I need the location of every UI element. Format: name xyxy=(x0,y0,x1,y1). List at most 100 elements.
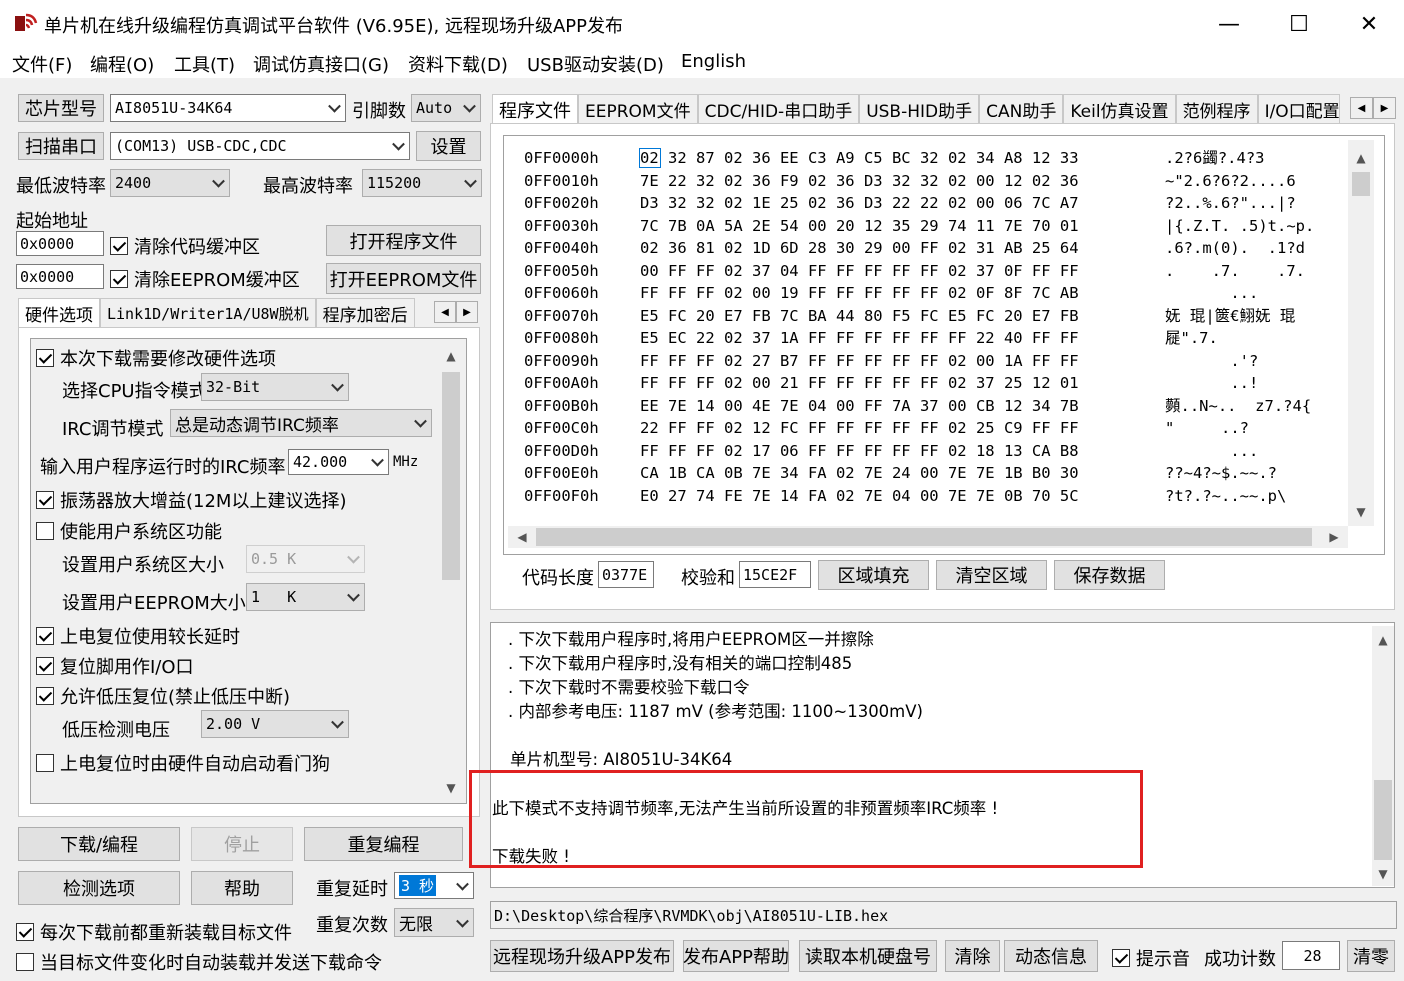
settings-button[interactable]: 设置 xyxy=(416,131,481,161)
pin-count-select[interactable]: Auto xyxy=(411,94,481,122)
chevron-up-icon[interactable]: ▲ xyxy=(441,346,461,366)
detect-options-button[interactable]: 检测选项 xyxy=(18,871,180,905)
hex-bytes[interactable]: FF FF FF 02 00 19 FF FF FF FF FF 02 0F 8… xyxy=(640,282,1079,305)
tab-eeprom-file[interactable]: EEPROM文件 xyxy=(578,94,698,124)
hex-bytes[interactable]: FF FF FF 02 00 21 FF FF FF FF FF 02 37 2… xyxy=(640,372,1079,395)
hex-ascii[interactable]: " ..? xyxy=(1165,417,1249,440)
arrow-left-icon[interactable]: ◀ xyxy=(434,301,456,323)
hex-ascii[interactable]: ?2..%.6?"...|? xyxy=(1165,192,1296,215)
hex-bytes[interactable]: E5 EC 22 02 37 1A FF FF FF FF FF FF 22 4… xyxy=(640,327,1079,350)
chevron-down-icon[interactable]: ▼ xyxy=(1351,502,1371,522)
hex-bytes[interactable]: 7C 7B 0A 5A 2E 54 00 20 12 35 29 74 11 7… xyxy=(640,215,1079,238)
open-program-file-button[interactable]: 打开程序文件 xyxy=(326,225,481,256)
hex-ascii[interactable]: ..! xyxy=(1165,372,1258,395)
minimize-button[interactable]: — xyxy=(1206,8,1252,40)
long-reset-delay-checkbox[interactable]: 上电复位使用较长延时 xyxy=(36,623,240,649)
eeprom-size-select[interactable]: 1 K xyxy=(246,583,365,611)
menu-download[interactable]: 资料下载(D) xyxy=(408,51,508,77)
dynamic-info-button[interactable]: 动态信息 xyxy=(1004,940,1098,972)
stop-button[interactable]: 停止 xyxy=(191,827,293,861)
hex-bytes[interactable]: 02 32 87 02 36 EE C3 A9 C5 BC 32 02 34 A… xyxy=(640,147,1079,170)
irc-mode-select[interactable]: 总是动态调节IRC频率 xyxy=(170,409,432,437)
repeat-delay-select[interactable]: 3 秒 xyxy=(394,872,474,899)
chevron-down-icon[interactable]: ▼ xyxy=(441,778,461,798)
hex-ascii[interactable]: ~"2.6?6?2....6 xyxy=(1165,170,1296,193)
hex-ascii[interactable]: 屣".7. xyxy=(1165,327,1218,350)
min-baud-select[interactable]: 2400 xyxy=(110,169,230,197)
scroll-thumb[interactable] xyxy=(1374,780,1392,860)
clear-area-button[interactable]: 清空区域 xyxy=(936,560,1047,590)
hex-bytes[interactable]: E5 FC 20 E7 FB 7C BA 44 80 F5 FC E5 FC 2… xyxy=(640,305,1079,328)
arrow-right-icon[interactable]: ▶ xyxy=(1373,97,1396,119)
system-area-size-select[interactable]: 0.5 K xyxy=(246,545,365,573)
start-address-eeprom-input[interactable]: 0x0000 xyxy=(16,264,104,289)
menu-debug[interactable]: 调试仿真接口(G) xyxy=(253,51,389,77)
maximize-button[interactable]: ☐ xyxy=(1276,8,1322,40)
reload-target-checkbox[interactable]: 每次下载前都重新装载目标文件 xyxy=(16,919,292,945)
hex-ascii[interactable]: . .7. .7. xyxy=(1165,260,1305,283)
arrow-left-icon[interactable]: ◀ xyxy=(1350,97,1373,119)
hex-ascii[interactable]: .'? xyxy=(1165,350,1258,373)
hex-ascii[interactable]: 顭..N~.. z7.?4{ xyxy=(1165,395,1311,418)
beep-checkbox[interactable]: 提示音 xyxy=(1112,945,1190,971)
chevron-right-icon[interactable]: ▶ xyxy=(1324,527,1344,547)
help-button[interactable]: 帮助 xyxy=(191,871,293,905)
log-scrollbar[interactable]: ▲ ▼ xyxy=(1372,626,1394,886)
tab-can-assistant[interactable]: CAN助手 xyxy=(979,94,1064,124)
watchdog-checkbox[interactable]: 上电复位时由硬件自动启动看门狗 xyxy=(36,750,330,776)
low-voltage-select[interactable]: 2.00 V xyxy=(201,710,349,738)
scroll-thumb[interactable] xyxy=(1352,172,1370,196)
hex-bytes[interactable]: FF FF FF 02 27 B7 FF FF FF FF FF 02 00 1… xyxy=(640,350,1079,373)
chip-model-select[interactable]: AI8051U-34K64 xyxy=(110,94,346,122)
port-select[interactable]: (COM13) USB-CDC,CDC xyxy=(110,132,410,160)
arrow-right-icon[interactable]: ▶ xyxy=(456,301,478,323)
tab-encryption[interactable]: 程序加密后 xyxy=(315,298,415,328)
scroll-thumb[interactable] xyxy=(442,372,460,580)
chevron-up-icon[interactable]: ▲ xyxy=(1351,148,1371,168)
low-voltage-reset-checkbox[interactable]: 允许低压复位(禁止低压中断) xyxy=(36,683,290,709)
tab-program-file[interactable]: 程序文件 xyxy=(492,94,578,124)
hex-bytes[interactable]: 7E 22 32 02 36 F9 02 36 D3 32 32 02 00 1… xyxy=(640,170,1079,193)
hex-bytes[interactable]: 00 FF FF 02 37 04 FF FF FF FF FF 02 37 0… xyxy=(640,260,1079,283)
save-data-button[interactable]: 保存数据 xyxy=(1054,560,1165,590)
reset-count-button[interactable]: 清零 xyxy=(1347,940,1395,972)
close-button[interactable]: ✕ xyxy=(1346,8,1392,40)
hex-bytes[interactable]: 02 36 81 02 1D 6D 28 30 29 00 FF 02 31 A… xyxy=(640,237,1079,260)
hex-ascii[interactable]: ??~4?~$.~~.? xyxy=(1165,462,1277,485)
chevron-down-icon[interactable]: ▼ xyxy=(1373,864,1393,884)
hex-ascii[interactable]: ?t?.?~..~~.p\ xyxy=(1165,485,1286,508)
hex-hscrollbar[interactable]: ◀ ▶ xyxy=(508,526,1348,548)
scan-port-button[interactable]: 扫描串口 xyxy=(18,132,104,160)
modify-hardware-checkbox[interactable]: 本次下载需要修改硬件选项 xyxy=(36,345,276,371)
repeat-program-button[interactable]: 重复编程 xyxy=(304,827,463,861)
clear-code-buffer-checkbox[interactable]: 清除代码缓冲区 xyxy=(110,233,260,259)
hex-ascii[interactable]: ... xyxy=(1165,282,1258,305)
publish-app-button[interactable]: 远程现场升级APP发布 xyxy=(490,940,674,972)
tab-offline-writer[interactable]: Link1D/Writer1A/U8W脱机 xyxy=(100,298,316,328)
fill-area-button[interactable]: 区域填充 xyxy=(818,560,929,590)
hex-ascii[interactable]: ... xyxy=(1165,440,1258,463)
menu-tools[interactable]: 工具(T) xyxy=(174,51,235,77)
tab-keil-settings[interactable]: Keil仿真设置 xyxy=(1063,94,1176,124)
menu-program[interactable]: 编程(O) xyxy=(90,51,154,77)
user-system-area-checkbox[interactable]: 使能用户系统区功能 xyxy=(36,518,222,544)
download-program-button[interactable]: 下载/编程 xyxy=(18,827,180,861)
hex-bytes[interactable]: CA 1B CA 0B 7E 34 FA 02 7E 24 00 7E 7E 1… xyxy=(640,462,1079,485)
start-address-code-input[interactable]: 0x0000 xyxy=(16,231,104,256)
scroll-thumb[interactable] xyxy=(536,528,1312,546)
auto-load-checkbox[interactable]: 当目标文件变化时自动装载并发送下载命令 xyxy=(16,949,382,975)
oscillator-gain-checkbox[interactable]: 振荡器放大增益(12M以上建议选择) xyxy=(36,487,346,513)
hex-bytes[interactable]: E0 27 74 FE 7E 14 FA 02 7E 04 00 7E 7E 0… xyxy=(640,485,1079,508)
menu-usb-driver[interactable]: USB驱动安装(D) xyxy=(527,51,664,77)
read-disk-id-button[interactable]: 读取本机硬盘号 xyxy=(799,940,937,972)
chevron-left-icon[interactable]: ◀ xyxy=(512,527,532,547)
menu-file[interactable]: 文件(F) xyxy=(12,51,72,77)
hex-bytes[interactable]: EE 7E 14 00 4E 7E 04 00 FF 7A 37 00 CB 1… xyxy=(640,395,1079,418)
chevron-up-icon[interactable]: ▲ xyxy=(1373,630,1393,650)
reset-pin-io-checkbox[interactable]: 复位脚用作I/O口 xyxy=(36,653,194,679)
hex-ascii[interactable]: |{.Z.T. .5)t.~p. xyxy=(1165,215,1314,238)
hex-ascii[interactable]: 妩 琨|篋€鮙妩 琨 xyxy=(1165,305,1295,328)
cpu-mode-select[interactable]: 32-Bit xyxy=(201,373,349,401)
tab-usb-hid-assistant[interactable]: USB-HID助手 xyxy=(859,94,980,124)
open-eeprom-file-button[interactable]: 打开EEPROM文件 xyxy=(326,263,481,294)
